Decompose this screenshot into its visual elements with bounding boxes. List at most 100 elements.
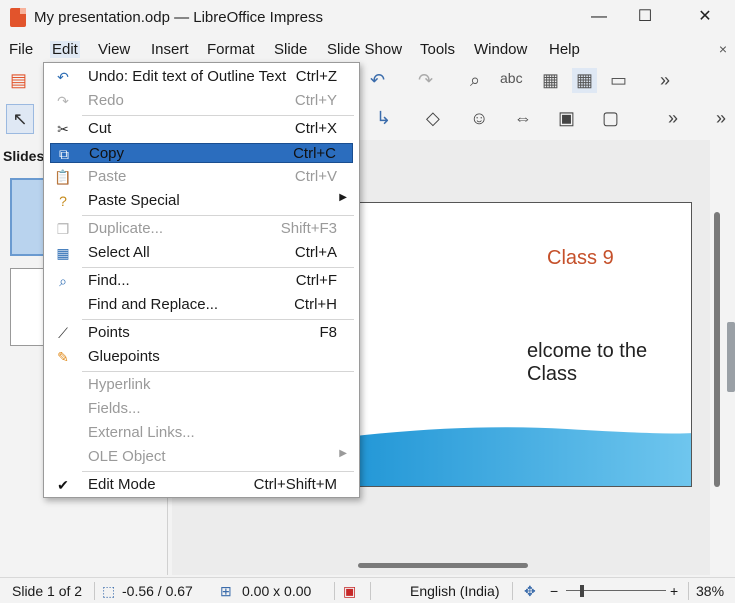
- minimize-button[interactable]: —: [576, 4, 622, 30]
- menu-item-duplicate[interactable]: ❐ Duplicate... Shift+F3: [50, 219, 353, 239]
- menu-item-paste-special[interactable]: ? Paste Special ▶: [50, 191, 353, 211]
- menu-item-shortcut: Shift+F3: [280, 220, 337, 237]
- menu-separator: [82, 215, 354, 216]
- menu-item-label: Find and Replace...: [88, 296, 219, 313]
- menu-item-label: OLE Object: [88, 448, 166, 465]
- vertical-scroll-thumb[interactable]: [714, 212, 720, 487]
- window-title: My presentation.odp — LibreOffice Impres…: [34, 9, 324, 26]
- menu-item-gluepoints[interactable]: ✎ Gluepoints: [50, 347, 353, 367]
- menu-format[interactable]: Format: [207, 41, 255, 58]
- callout-icon[interactable]: ▢: [602, 108, 619, 129]
- menu-item-redo[interactable]: ↷ Redo Ctrl+Y: [50, 91, 353, 111]
- menu-item-label: Fields...: [88, 400, 141, 417]
- menu-slide-show[interactable]: Slide Show: [327, 41, 402, 58]
- search-icon: ⌕: [59, 273, 67, 289]
- menu-item-undo[interactable]: ↶ Undo: Edit text of Outline Text Ctrl+Z: [50, 67, 353, 87]
- menu-edit[interactable]: Edit: [50, 41, 80, 58]
- menu-item-find[interactable]: ⌕ Find... Ctrl+F: [50, 271, 353, 291]
- slide-subtitle[interactable]: elcome to the Class: [527, 340, 691, 386]
- edit-menu-dropdown: ↶ Undo: Edit text of Outline Text Ctrl+Z…: [43, 62, 360, 498]
- scissors-icon: ✂: [57, 121, 69, 137]
- menu-item-cut[interactable]: ✂ Cut Ctrl+X: [50, 119, 353, 139]
- menu-separator: [82, 115, 354, 116]
- grid-icon[interactable]: ▦: [542, 70, 559, 91]
- helplines-icon[interactable]: ▦: [572, 68, 598, 93]
- menu-item-find-replace[interactable]: Find and Replace... Ctrl+H: [50, 295, 353, 315]
- menu-bar: File Edit View Insert Format Slide Slide…: [0, 38, 735, 62]
- block-arrows-icon[interactable]: ⇔: [514, 108, 532, 129]
- menu-item-paste[interactable]: 📋 Paste Ctrl+V: [50, 167, 353, 187]
- redo-toolbar-icon[interactable]: ↷: [418, 70, 433, 91]
- menu-item-external-links[interactable]: External Links...: [50, 423, 353, 443]
- display-views-icon[interactable]: ▭: [610, 70, 627, 91]
- zoom-out-button[interactable]: −: [550, 583, 558, 599]
- menu-window[interactable]: Window: [474, 41, 527, 58]
- slide-title[interactable]: Class 9: [547, 247, 614, 270]
- menu-help[interactable]: Help: [549, 41, 580, 58]
- menu-view[interactable]: View: [98, 41, 130, 58]
- document-modified-icon[interactable]: ▣: [343, 583, 356, 600]
- status-bar: Slide 1 of 2 ⬚ -0.56 / 0.67 ⊞ 0.00 x 0.0…: [0, 577, 735, 603]
- zoom-slider-thumb[interactable]: [580, 585, 584, 597]
- sidebar-collapse-handle[interactable]: [727, 322, 735, 392]
- menu-item-shortcut: F8: [319, 324, 337, 341]
- menu-insert[interactable]: Insert: [151, 41, 189, 58]
- menu-item-shortcut: Ctrl+Shift+M: [253, 476, 337, 493]
- paste-special-icon: ?: [59, 193, 67, 209]
- menu-item-points[interactable]: ⟋ Points F8: [50, 323, 353, 343]
- paste-icon: 📋: [54, 169, 72, 185]
- menu-slide[interactable]: Slide: [274, 41, 307, 58]
- menu-item-select-all[interactable]: ▦ Select All Ctrl+A: [50, 243, 353, 263]
- copy-icon: ⧉: [59, 146, 69, 162]
- basic-shapes-icon[interactable]: ◇: [426, 108, 440, 129]
- menu-separator: [82, 471, 354, 472]
- more-sidebar-icon[interactable]: »: [716, 108, 726, 129]
- new-document-icon[interactable]: ▤: [10, 70, 27, 91]
- menu-item-ole-object[interactable]: OLE Object ▶: [50, 447, 353, 467]
- language-status[interactable]: English (India): [410, 583, 500, 599]
- menu-item-shortcut: Ctrl+H: [294, 296, 337, 313]
- zoom-level[interactable]: 38%: [696, 583, 724, 599]
- select-tool-icon[interactable]: ↖: [6, 104, 34, 134]
- undo-toolbar-icon[interactable]: ↶: [370, 70, 385, 91]
- flowchart-icon[interactable]: ▣: [558, 108, 575, 129]
- connector-icon[interactable]: ↳: [376, 108, 391, 129]
- cursor-position: -0.56 / 0.67: [122, 583, 193, 599]
- menu-item-shortcut: Ctrl+X: [294, 120, 337, 137]
- menu-item-label: Edit Mode: [88, 476, 156, 493]
- submenu-arrow-icon: ▶: [339, 192, 347, 203]
- more-toolbar-icon[interactable]: »: [660, 70, 670, 91]
- pencil-icon: ✎: [57, 349, 69, 365]
- menu-item-label: Paste: [88, 168, 127, 185]
- redo-icon: ↷: [57, 93, 69, 109]
- menu-item-shortcut: Ctrl+V: [294, 168, 337, 185]
- status-separator: [334, 582, 335, 600]
- fit-slide-icon[interactable]: ✥: [524, 583, 536, 600]
- maximize-button[interactable]: ☐: [622, 4, 668, 30]
- menu-item-shortcut: Ctrl+A: [294, 244, 337, 261]
- close-document-icon[interactable]: ×: [719, 41, 727, 57]
- menu-item-label: Hyperlink: [88, 376, 151, 393]
- menu-item-hyperlink[interactable]: Hyperlink: [50, 375, 353, 395]
- spelling-icon[interactable]: abc: [500, 70, 523, 86]
- zoom-in-button[interactable]: +: [670, 583, 678, 599]
- impress-app-icon: [10, 8, 26, 27]
- size-icon: ⊞: [220, 583, 232, 599]
- status-separator: [688, 582, 689, 600]
- find-replace-icon[interactable]: ⌕: [470, 70, 480, 91]
- slide-1[interactable]: Class 9 elcome to the Class: [346, 202, 692, 487]
- menu-tools[interactable]: Tools: [420, 41, 455, 58]
- menu-item-copy[interactable]: ⧉ Copy Ctrl+C: [50, 143, 353, 163]
- menu-item-fields[interactable]: Fields...: [50, 399, 353, 419]
- symbol-shapes-icon[interactable]: ☺: [470, 108, 488, 129]
- horizontal-scroll-thumb[interactable]: [358, 563, 528, 568]
- menu-item-edit-mode[interactable]: ✔ Edit Mode Ctrl+Shift+M: [50, 475, 353, 495]
- menu-item-shortcut: Ctrl+F: [295, 272, 337, 289]
- menu-item-label: Select All: [88, 244, 150, 261]
- more-drawing-icon[interactable]: »: [668, 108, 678, 129]
- status-separator: [94, 582, 95, 600]
- close-window-button[interactable]: ✕: [682, 4, 728, 30]
- menu-item-label: Undo: Edit text of Outline Text: [88, 68, 287, 85]
- title-bar: My presentation.odp — LibreOffice Impres…: [0, 0, 735, 34]
- menu-file[interactable]: File: [9, 41, 33, 58]
